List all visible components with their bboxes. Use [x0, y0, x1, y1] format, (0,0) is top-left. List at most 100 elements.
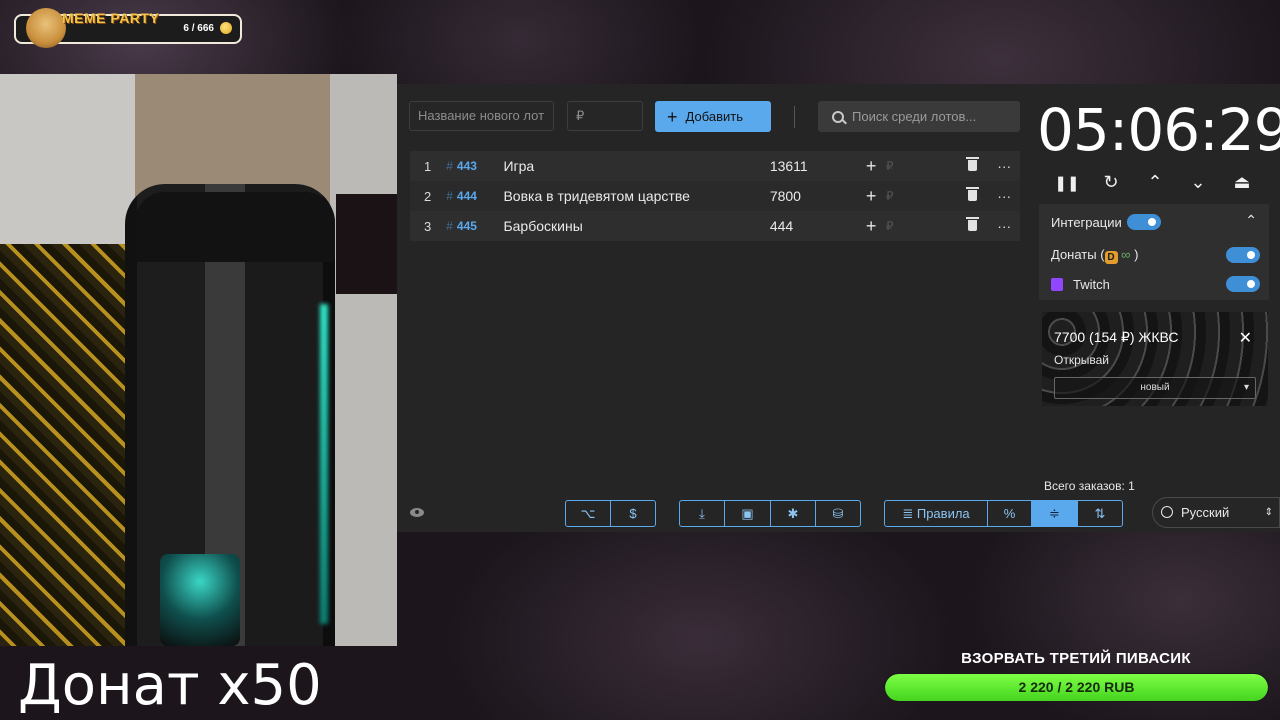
add-lot-button[interactable]: + Добавить [655, 101, 771, 132]
new-lot-price-input[interactable]: ₽ [567, 101, 643, 131]
lot-name[interactable]: Барбоскины [502, 211, 768, 241]
toolbar-divider [794, 106, 795, 128]
notification-message: Открывай [1054, 353, 1109, 367]
lot-name[interactable]: Игра [502, 151, 768, 181]
spacer [916, 181, 957, 211]
links-group: ⌥ $ [565, 500, 656, 527]
search-input[interactable]: Поиск среди лотов... [818, 101, 1020, 132]
lots-table: 1 #443 Игра 13611 + ₽ ··· 2 #444 Вовка в тридевят… [410, 151, 1020, 241]
file-actions-group: ⤓ ▣ ✱ ⛁ [679, 500, 861, 527]
language-select[interactable]: Русский ⇕ [1152, 497, 1280, 528]
collapse-chevron-icon[interactable]: ⌃ [1245, 212, 1257, 229]
speaker [160, 554, 240, 646]
donate-button[interactable]: $ [611, 501, 655, 526]
lot-id-value: 445 [456, 219, 477, 233]
delete-sweep-icon: ⛁ [832, 506, 844, 521]
dropdown-arrow-icon: ▾ [1243, 382, 1249, 393]
decrease-time-button[interactable]: ⌄ [1184, 170, 1212, 194]
globe-icon [1161, 506, 1173, 518]
twitch-toggle[interactable] [1226, 276, 1260, 292]
delete-lot-button[interactable] [957, 151, 988, 181]
lot-number: 3 [423, 218, 432, 234]
view-options-group: ≣ Правила % ≑ ⇅ [884, 500, 1123, 527]
more-options-button[interactable]: ··· [988, 181, 1020, 211]
plus-icon: + [667, 107, 678, 127]
twitch-row: Twitch [1051, 277, 1110, 292]
lot-amount[interactable]: 13611 [769, 151, 858, 181]
delete-lot-button[interactable] [957, 181, 988, 211]
add-amount-button[interactable]: + [857, 151, 885, 181]
delete-lot-button[interactable] [957, 211, 988, 241]
meme-party-count: 6 / 666 [183, 23, 214, 34]
download-button[interactable]: ⤓ [680, 501, 725, 526]
increase-time-button[interactable]: ⌃ [1141, 170, 1169, 194]
lot-id[interactable]: #445 [445, 211, 502, 241]
lot-name[interactable]: Вовка в тридевятом царстве [502, 181, 768, 211]
download-icon: ⤓ [699, 506, 705, 521]
lot-row: 3 #445 Барбоскины 444 + ₽ ··· [410, 211, 1020, 241]
twitch-label: Twitch [1073, 277, 1110, 292]
clear-lots-button[interactable]: ⛁ [816, 501, 860, 526]
eject-icon: ⏏ [1233, 172, 1251, 192]
lot-id[interactable]: #443 [445, 151, 502, 181]
lot-amount[interactable]: 7800 [769, 181, 858, 211]
link-icon: ∞ [1121, 247, 1131, 262]
search-placeholder: Поиск среди лотов... [852, 109, 977, 124]
lot-select[interactable]: новый ▾ [1054, 377, 1256, 399]
compact-view-button[interactable]: ≑ [1032, 501, 1078, 526]
hash-icon: # [446, 159, 453, 173]
pause-button[interactable]: ❚❚ [1053, 170, 1081, 194]
ruble-input[interactable]: ₽ [885, 211, 916, 241]
rules-button[interactable]: ≣ Правила [885, 501, 988, 526]
close-icon[interactable]: ✕ [1239, 328, 1252, 348]
led-strip [320, 304, 328, 624]
twitch-icon [1051, 278, 1063, 291]
sort-icon: ⇅ [1094, 506, 1106, 521]
donationalerts-icon: D [1104, 251, 1118, 264]
more-options-button[interactable]: ··· [988, 211, 1020, 241]
donations-toggle[interactable] [1226, 247, 1260, 263]
donation-multiplier-text: Донат x50 [18, 653, 322, 718]
lot-select-value: новый [1140, 382, 1170, 393]
add-label: Добавить [685, 109, 743, 124]
github-button[interactable]: ⌥ [566, 501, 611, 526]
save-button[interactable]: ▣ [725, 501, 771, 526]
compact-icon: ≑ [1049, 506, 1060, 521]
reset-button[interactable]: ↻ [1097, 170, 1125, 194]
doge-avatar-icon [26, 8, 66, 48]
add-amount-button[interactable]: + [857, 211, 885, 241]
donations-row: Донаты (D ∞ ) [1051, 247, 1138, 264]
timer-display: 05:06:29 [1037, 96, 1280, 164]
lot-id[interactable]: #444 [445, 181, 502, 211]
percent-button[interactable]: % [988, 501, 1032, 526]
percent-icon: % [1003, 506, 1016, 521]
pause-icon: ❚❚ [1054, 175, 1080, 192]
add-amount-button[interactable]: + [857, 181, 885, 211]
select-arrows-icon: ⇕ [1264, 507, 1273, 518]
trash-icon [966, 157, 980, 171]
double-time-button[interactable]: ⏏ [1228, 170, 1256, 194]
spacer [916, 151, 957, 181]
more-options-button[interactable]: ··· [988, 151, 1020, 181]
lot-id-value: 443 [456, 159, 477, 173]
ruble-input[interactable]: ₽ [885, 151, 916, 181]
eye-icon[interactable] [410, 508, 424, 517]
chevron-up-icon: ⌃ [1147, 172, 1163, 192]
trash-icon [966, 187, 980, 201]
notification-title: 7700 (154 ₽) ЖКВС [1054, 329, 1179, 345]
meme-party-title: MEME PARTY [62, 10, 160, 26]
goal-progress-bar: 2 220 / 2 220 RUB [885, 674, 1268, 701]
lot-amount[interactable]: 444 [769, 211, 858, 241]
coin-icon [220, 22, 232, 34]
lot-row: 1 #443 Игра 13611 + ₽ ··· [410, 151, 1020, 181]
sort-button[interactable]: ⇅ [1078, 501, 1122, 526]
meme-party-widget: MEME PARTY 6 / 666 [14, 8, 242, 48]
wall-shelf [336, 194, 397, 294]
integrations-toggle[interactable] [1127, 214, 1161, 230]
bug-report-button[interactable]: ✱ [771, 501, 816, 526]
ruble-input[interactable]: ₽ [885, 181, 916, 211]
integrations-title: Интеграции [1051, 215, 1122, 230]
goal-progress-text: 2 220 / 2 220 RUB [1018, 679, 1135, 695]
donations-suffix: ) [1134, 247, 1139, 262]
new-lot-name-input[interactable]: Название нового лот [409, 101, 554, 131]
